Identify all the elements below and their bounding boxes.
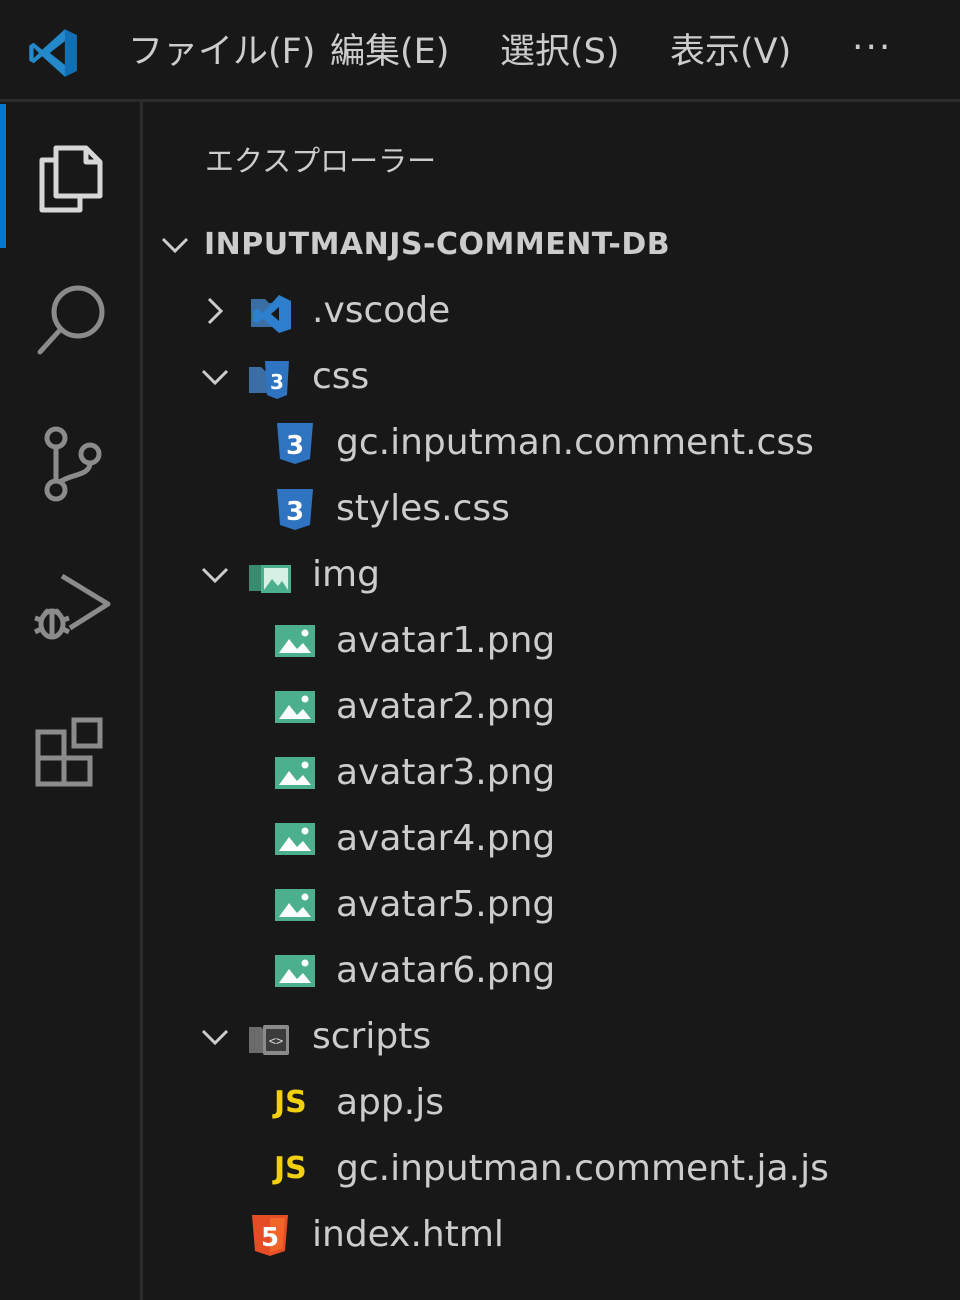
run-debug-icon[interactable] — [30, 566, 114, 650]
menu-edit[interactable]: 編集(E) — [330, 26, 449, 78]
image-file-icon — [275, 889, 315, 921]
tree-item-label: avatar5.png — [336, 884, 556, 925]
tree-item-label: app.js — [336, 1082, 444, 1123]
tree-item-label: .vscode — [312, 290, 451, 331]
chevron-down-icon — [201, 1029, 229, 1046]
css-folder-icon: 3 — [249, 361, 289, 399]
chevron-down-icon — [161, 237, 189, 254]
image-file-icon — [275, 823, 315, 855]
tree-item-avatar2[interactable]: avatar2.png — [143, 674, 960, 740]
tree-item-vscode[interactable]: .vscode — [143, 278, 960, 344]
svg-text:<>: <> — [269, 1034, 283, 1048]
activity-bar — [0, 102, 143, 1300]
html-file-icon: 5 — [252, 1215, 288, 1256]
chevron-down-icon — [201, 567, 229, 584]
search-icon[interactable] — [30, 278, 114, 362]
scripts-folder-icon: <> — [249, 1025, 289, 1055]
tree-item-label: avatar6.png — [336, 950, 556, 991]
image-file-icon — [275, 691, 315, 723]
tree-item-scripts[interactable]: <> scripts — [143, 1004, 960, 1070]
tree-item-label: gc.inputman.comment.css — [336, 422, 814, 463]
tree-item-label: img — [312, 554, 380, 595]
js-file-icon: JS — [274, 1085, 307, 1120]
tree-item-label: index.html — [312, 1214, 504, 1255]
tree-item-label: avatar4.png — [336, 818, 556, 859]
chevron-down-icon — [201, 369, 229, 386]
tree-item-label: avatar1.png — [336, 620, 556, 661]
chevron-right-icon — [207, 297, 224, 325]
active-indicator — [0, 104, 6, 248]
root-folder-label: INPUTMANJS-COMMENT-DB — [204, 227, 671, 262]
tree-item-avatar4[interactable]: avatar4.png — [143, 806, 960, 872]
tree-item-label: avatar3.png — [336, 752, 556, 793]
svg-text:3: 3 — [286, 431, 304, 461]
tree-item-label: gc.inputman.comment.ja.js — [336, 1148, 829, 1189]
tree-item-label: avatar2.png — [336, 686, 556, 727]
extensions-icon[interactable] — [30, 710, 114, 794]
image-folder-icon — [249, 565, 291, 593]
tree-item-label: css — [312, 356, 370, 397]
css-file-icon: 3 — [277, 423, 313, 464]
tree-item-app-js[interactable]: JS app.js — [143, 1070, 960, 1136]
image-file-icon — [275, 955, 315, 987]
explorer-icon[interactable] — [30, 134, 114, 218]
explorer-sidebar: エクスプローラー INPUTMANJS-COMMENT-DB .vscode 3… — [143, 102, 960, 1300]
tree-item-avatar5[interactable]: avatar5.png — [143, 872, 960, 938]
tree-item-gc-inputman-css[interactable]: 3 gc.inputman.comment.css — [143, 410, 960, 476]
image-file-icon — [275, 757, 315, 789]
svg-text:3: 3 — [270, 370, 284, 394]
tree-item-avatar1[interactable]: avatar1.png — [143, 608, 960, 674]
explorer-title: エクスプローラー — [205, 144, 437, 178]
tree-item-styles-css[interactable]: 3 styles.css — [143, 476, 960, 542]
menu-file[interactable]: ファイル(F) — [128, 26, 315, 78]
tree-item-avatar3[interactable]: avatar3.png — [143, 740, 960, 806]
tree-item-gc-inputman-js[interactable]: JS gc.inputman.comment.ja.js — [143, 1136, 960, 1202]
more-menu-button[interactable]: ··· — [852, 26, 892, 78]
tree-item-avatar6[interactable]: avatar6.png — [143, 938, 960, 1004]
tree-item-label: scripts — [312, 1016, 432, 1057]
tree-root-row[interactable]: INPUTMANJS-COMMENT-DB — [143, 212, 960, 278]
tree-item-css[interactable]: 3 css — [143, 344, 960, 410]
js-file-icon: JS — [274, 1151, 307, 1186]
svg-text:3: 3 — [286, 497, 304, 527]
svg-text:5: 5 — [261, 1223, 279, 1253]
menu-view[interactable]: 表示(V) — [670, 26, 791, 78]
tree-item-index-html[interactable]: 5 index.html — [143, 1202, 960, 1268]
menu-selection[interactable]: 選択(S) — [500, 26, 620, 78]
image-file-icon — [275, 625, 315, 657]
tree-item-img[interactable]: img — [143, 542, 960, 608]
vscode-folder-icon — [251, 295, 291, 333]
title-bar: ファイル(F) 編集(E) 選択(S) 表示(V) ··· — [0, 0, 960, 102]
source-control-icon[interactable] — [30, 422, 114, 506]
vscode-logo-icon[interactable] — [26, 26, 80, 80]
tree-item-label: styles.css — [336, 488, 510, 529]
css-file-icon: 3 — [277, 489, 313, 530]
